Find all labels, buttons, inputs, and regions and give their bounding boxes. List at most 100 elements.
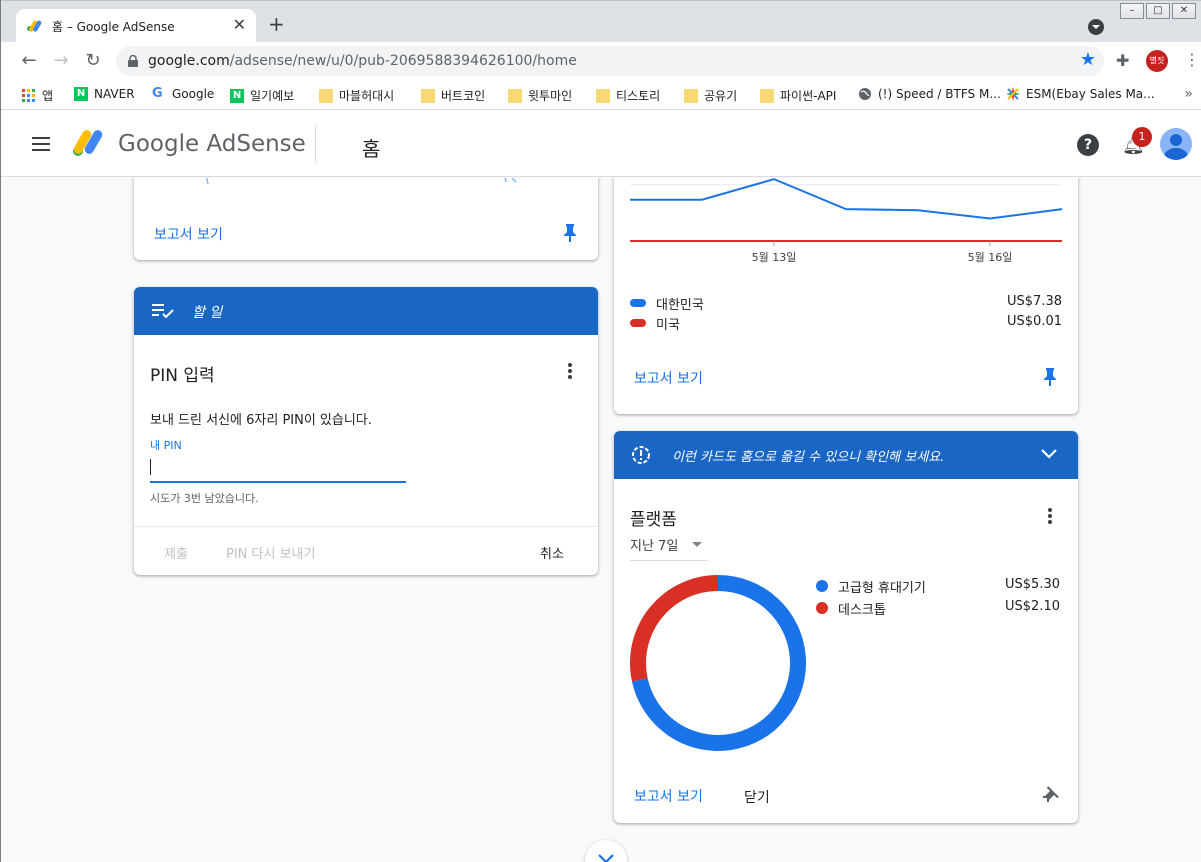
bookmark-esm[interactable]: ESM(Ebay Sales Ma... [1006,87,1155,101]
date-range-select[interactable]: 지난 7일 [630,535,708,561]
legend-row-korea: 대한민국 US$7.38 [630,294,1062,313]
platform-banner-text: 이런 카드도 홈으로 옮길 수 있으니 확인해 보세요. [672,450,945,465]
legend-name: 미국 [656,318,680,333]
bookmark-weather[interactable]: N 일기예보 [230,87,294,104]
chevron-down-icon[interactable] [1040,448,1058,460]
extensions-puzzle-icon[interactable]: ✚ [1116,51,1129,70]
adsense-favicon-icon [27,20,42,32]
card-top-left: 보고서 보기 [134,178,598,260]
bookmark-folder[interactable]: 공유기 [684,87,737,104]
adsense-header: Google AdSense 홈 ? 🔔︎ 1 [0,111,1201,177]
bookmark-folder[interactable]: 파이썬-API [760,87,836,104]
tab-search-icon[interactable] [1088,19,1104,35]
adsense-brand: Google AdSense [118,131,306,157]
back-arrow-icon[interactable]: ← [18,50,40,72]
tab-close-icon[interactable]: ✕ [233,15,246,34]
pin-icon[interactable] [563,224,577,242]
scroll-down-button[interactable] [585,840,627,862]
minimize-button[interactable]: – [1120,3,1144,19]
bookmark-apps[interactable]: 앱 [22,87,53,104]
bookmark-label: 윗투마인 [528,89,573,103]
platform-name: 고급형 휴대기기 [838,581,926,596]
menu-hamburger-icon[interactable] [32,137,50,151]
main-content: 보고서 보기 할 일 PIN 입력 보내 드린 서신에 6자리 PIN이 있습니… [0,178,1201,862]
platform-banner[interactable]: 이런 카드도 홈으로 옮길 수 있으니 확인해 보세요. [614,431,1078,479]
pin-input[interactable] [150,455,406,483]
browser-tab-strip: 홈 – Google AdSense ✕ + – □ ✕ [0,0,1201,43]
more-options-icon[interactable] [1048,508,1052,524]
chart-remnant [206,178,517,185]
legend-swatch [630,319,646,327]
bookmark-naver[interactable]: N NAVER [74,87,135,101]
todo-header: 할 일 [134,287,598,335]
platform-value: US$5.30 [1005,577,1060,592]
account-avatar-icon[interactable] [1160,128,1192,160]
platform-legend-row: 데스크톱 US$2.10 [816,599,1060,618]
folder-icon [596,88,610,103]
globe-icon [859,88,871,100]
new-tab-button[interactable]: + [268,14,285,34]
header-divider [315,125,316,163]
forward-arrow-icon[interactable]: → [50,50,72,72]
bookmark-folder[interactable]: 버트코인 [421,87,485,104]
pin-description: 보내 드린 서신에 6자리 PIN이 있습니다. [150,413,372,428]
bookmark-folder[interactable]: 티스토리 [596,87,660,104]
folder-icon [319,88,333,103]
view-report-link[interactable]: 보고서 보기 [154,224,223,244]
maximize-button[interactable]: □ [1146,3,1170,19]
bookmark-label: 앱 [42,89,54,103]
browser-menu-icon[interactable]: ⋮ [1184,50,1200,69]
settings-alert-icon [632,446,650,464]
card-footer-divider [134,526,598,527]
bookmark-label: 파이썬-API [780,89,837,103]
url-text: google.com/adsense/new/u/0/pub-206958839… [148,53,577,69]
apps-grid-icon [22,88,35,102]
text-caret [150,459,151,475]
platform-name: 데스크톱 [838,603,886,618]
bookmarks-overflow-button[interactable]: » [1184,86,1193,102]
address-bar[interactable]: google.com/adsense/new/u/0/pub-206958839… [116,46,1104,76]
reload-icon[interactable]: ↻ [82,50,104,72]
lock-icon [128,55,138,67]
checklist-icon [152,304,174,319]
url-path: /adsense/new/u/0/pub-2069588394626100/ho… [229,53,577,69]
folder-icon [421,88,435,103]
view-report-link[interactable]: 보고서 보기 [634,368,703,388]
pin-icon[interactable] [1043,368,1057,386]
browser-tab-adsense[interactable]: 홈 – Google AdSense ✕ [16,9,256,43]
bookmark-folder[interactable]: 마블허대시 [319,87,394,104]
submit-button[interactable]: 제출 [164,543,188,562]
legend-dot [816,602,828,614]
profile-avatar[interactable]: 별짓 [1146,50,1168,72]
bookmark-label: Google [172,87,215,101]
country-line-chart: 5월 13일 5월 16일 [630,178,1063,264]
notification-badge: 1 [1132,127,1152,147]
bookmark-google[interactable]: G Google [152,86,215,102]
close-window-button[interactable]: ✕ [1172,3,1196,19]
pin-input-label: 내 PIN [150,439,182,452]
folder-icon [508,88,522,103]
bookmark-star-icon[interactable]: ★ [1080,49,1096,70]
cancel-button[interactable]: 취소 [540,543,564,562]
close-card-button[interactable]: 닫기 [744,787,770,807]
browser-toolbar: ← → ↻ google.com/adsense/new/u/0/pub-206… [0,42,1201,80]
more-options-icon[interactable] [568,363,572,379]
resend-pin-button[interactable]: PIN 다시 보내기 [226,543,315,562]
platform-value: US$2.10 [1005,599,1060,614]
bookmark-label: ESM(Ebay Sales Ma... [1026,87,1155,101]
google-g-icon: G [152,86,163,101]
bookmark-label: 티스토리 [616,89,661,103]
window-controls: – □ ✕ [1120,3,1196,19]
legend-value: US$0.01 [1007,314,1062,329]
page-title: 홈 [362,137,381,161]
date-range-label: 지난 7일 [630,539,679,554]
view-report-link[interactable]: 보고서 보기 [634,786,703,806]
bookmark-folder[interactable]: 윗투마인 [508,87,572,104]
card-country-chart: 5월 13일 5월 16일 대한민국 US$7.38 미국 US$0.01 보고서… [614,178,1078,414]
bookmark-speed[interactable]: (!) Speed / BTFS M... [858,87,1001,101]
folder-icon [760,88,774,103]
help-icon[interactable]: ? [1077,134,1099,156]
card-todo-pin: 할 일 PIN 입력 보내 드린 서신에 6자리 PIN이 있습니다. 내 PI… [134,287,598,575]
platform-title: 플랫폼 [630,510,677,530]
pin-outline-icon[interactable] [1042,785,1060,803]
